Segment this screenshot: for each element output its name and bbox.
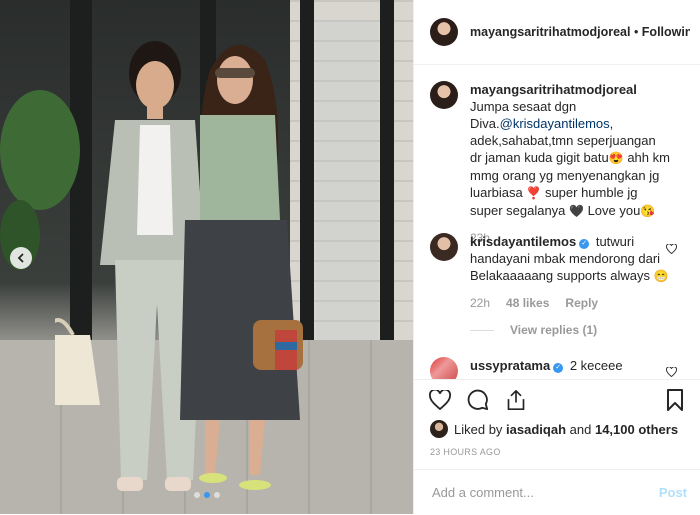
comment-body: krisdayantilemos ✓ tutwuri handayani mbak… [470, 233, 670, 312]
instagram-post: mayangsaritrihatmodjoreal • Following ma… [0, 0, 700, 514]
post-photo[interactable] [0, 0, 413, 514]
comment: krisdayantilemos ✓ tutwuri handayani mbak… [430, 233, 670, 312]
likes-count[interactable]: 14,100 others [595, 422, 678, 437]
post-details-panel: mayangsaritrihatmodjoreal • Following ma… [413, 0, 700, 514]
save-button[interactable] [663, 388, 687, 412]
liked-by-prefix: Liked by [454, 421, 503, 437]
like-comment-button[interactable] [666, 366, 677, 379]
following-button[interactable]: Following [642, 25, 690, 39]
author-username[interactable]: mayangsaritrihatmodjoreal [470, 25, 630, 39]
avatar[interactable] [430, 81, 458, 109]
heart-outline-icon [429, 390, 451, 410]
verified-badge-icon: ✓ [579, 239, 590, 249]
comment-meta: 22h 48 likes Reply [470, 295, 670, 312]
verified-badge-icon: ✓ [553, 363, 564, 373]
comments-section: mayangsaritrihatmodjoreal Jumpa sesaat d… [414, 65, 700, 379]
carousel-dot [203, 492, 210, 498]
view-replies-label: View replies (1) [510, 323, 598, 337]
post-header: mayangsaritrihatmodjoreal • Following [414, 0, 700, 65]
woman-right [180, 44, 303, 490]
comment-input[interactable] [430, 484, 644, 501]
kiss-emoji-icon: 😘 [640, 204, 656, 218]
comment-text: 2 keceee [569, 358, 623, 373]
comment-username[interactable]: krisdayantilemos [470, 234, 576, 249]
add-comment-bar: Post [414, 469, 700, 515]
caption-username[interactable]: mayangsaritrihatmodjoreal [470, 82, 637, 97]
like-button[interactable] [428, 388, 452, 412]
view-replies-button[interactable]: View replies (1) [470, 323, 597, 337]
avatar[interactable] [430, 18, 458, 46]
grin-emoji-icon: 😁 [653, 269, 669, 283]
avatar[interactable] [430, 233, 458, 261]
heart-eyes-emoji-icon: 😍 [608, 151, 624, 165]
post-comment-button[interactable]: Post [659, 485, 687, 500]
avatar[interactable] [430, 420, 448, 438]
liked-by-and: and [569, 421, 592, 437]
like-comment-button[interactable] [666, 243, 677, 257]
post-caption: mayangsaritrihatmodjoreal Jumpa sesaat d… [430, 81, 670, 247]
door-glass [316, 20, 378, 350]
door-frame [380, 0, 394, 360]
post-actions [414, 379, 700, 420]
post-timestamp[interactable]: 23 HOURS AGO [430, 447, 501, 457]
bookmark-icon [667, 389, 683, 411]
comment-username[interactable]: ussypratama [470, 358, 550, 373]
share-button[interactable] [504, 388, 528, 412]
heart-outline-icon [666, 366, 677, 378]
comment-likes[interactable]: 48 likes [506, 296, 549, 310]
speech-bubble-icon [467, 389, 489, 411]
liked-by: Liked by iasadiqah and 14,100 others [430, 420, 678, 438]
caption-mention[interactable]: @krisdayantilemos [500, 116, 610, 131]
replies-divider [470, 329, 494, 331]
heart-exclamation-emoji-icon: ❣️ [526, 186, 542, 200]
reply-button[interactable]: Reply [565, 296, 598, 310]
comment-time[interactable]: 22h [470, 296, 490, 310]
carousel-prev-button[interactable] [10, 247, 32, 269]
avatar[interactable] [430, 357, 458, 379]
post-header-text: mayangsaritrihatmodjoreal • Following [470, 25, 690, 39]
share-icon [507, 390, 525, 410]
chevron-left-icon [17, 253, 24, 263]
comment-body: ussypratama ✓ 2 keceee [470, 357, 670, 379]
caption-text: Love you [583, 203, 641, 218]
heart-outline-icon [666, 243, 677, 255]
liked-by-user[interactable]: iasadiqah [506, 422, 566, 437]
comment-button[interactable] [466, 388, 490, 412]
comment: ussypratama ✓ 2 keceee [430, 357, 670, 379]
separator: • [630, 25, 642, 39]
carousel-indicator [0, 492, 413, 498]
carousel-dot [213, 492, 220, 498]
caption-body: mayangsaritrihatmodjoreal Jumpa sesaat d… [470, 81, 670, 247]
carousel-dot [193, 492, 200, 498]
black-heart-emoji-icon: 🖤 [569, 204, 584, 218]
